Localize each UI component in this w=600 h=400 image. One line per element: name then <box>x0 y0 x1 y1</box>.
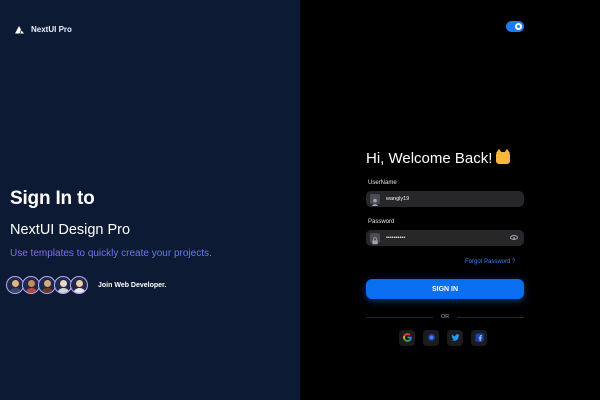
welcome-heading: Hi, Welcome Back! <box>366 149 511 167</box>
twitter-login-button[interactable] <box>447 330 463 346</box>
nextui-logo-icon <box>14 25 25 34</box>
forgot-password-link[interactable]: Forgot Password ? <box>465 259 515 265</box>
username-label: UserName <box>368 180 397 186</box>
sign-in-button[interactable]: SIGN IN <box>366 279 524 299</box>
twitter-icon <box>450 329 460 347</box>
avatar[interactable] <box>70 276 88 294</box>
brand[interactable]: NextUI Pro <box>14 25 72 34</box>
google-login-button[interactable] <box>399 330 415 346</box>
password-label: Password <box>368 219 395 225</box>
welcome-text: Hi, Welcome Back! <box>366 150 493 167</box>
facebook-icon <box>474 329 484 347</box>
hero-subtitle: NextUI Design Pro <box>10 222 131 238</box>
theme-toggle[interactable] <box>506 21 524 32</box>
password-input[interactable] <box>386 235 506 241</box>
cat-emoji-icon <box>496 149 511 164</box>
moon-icon <box>517 25 520 28</box>
hero-title: Sign In to <box>10 188 95 209</box>
facebook-login-button[interactable] <box>471 330 487 346</box>
social-login-group <box>399 330 487 346</box>
username-input[interactable] <box>386 196 506 202</box>
username-field[interactable] <box>366 191 524 207</box>
github-icon <box>427 329 436 347</box>
google-icon <box>402 329 412 347</box>
eye-icon[interactable] <box>510 235 518 240</box>
hero-tagline: Use templates to quickly create your pro… <box>10 248 212 259</box>
user-icon <box>370 194 380 206</box>
right-panel: Hi, Welcome Back! UserName Password Forg… <box>300 0 600 400</box>
or-divider: OR <box>366 314 524 320</box>
divider-line <box>366 316 433 318</box>
brand-name: NextUI Pro <box>31 25 72 34</box>
password-field[interactable] <box>366 230 524 246</box>
avatar-group: Join Web Developer. <box>6 276 166 294</box>
or-text: OR <box>440 314 450 320</box>
github-login-button[interactable] <box>423 330 439 346</box>
join-text: Join Web Developer. <box>98 281 167 289</box>
left-panel: NextUI Pro Sign In to NextUI Design Pro … <box>0 0 300 400</box>
divider-line <box>457 316 524 318</box>
lock-icon <box>370 233 380 245</box>
